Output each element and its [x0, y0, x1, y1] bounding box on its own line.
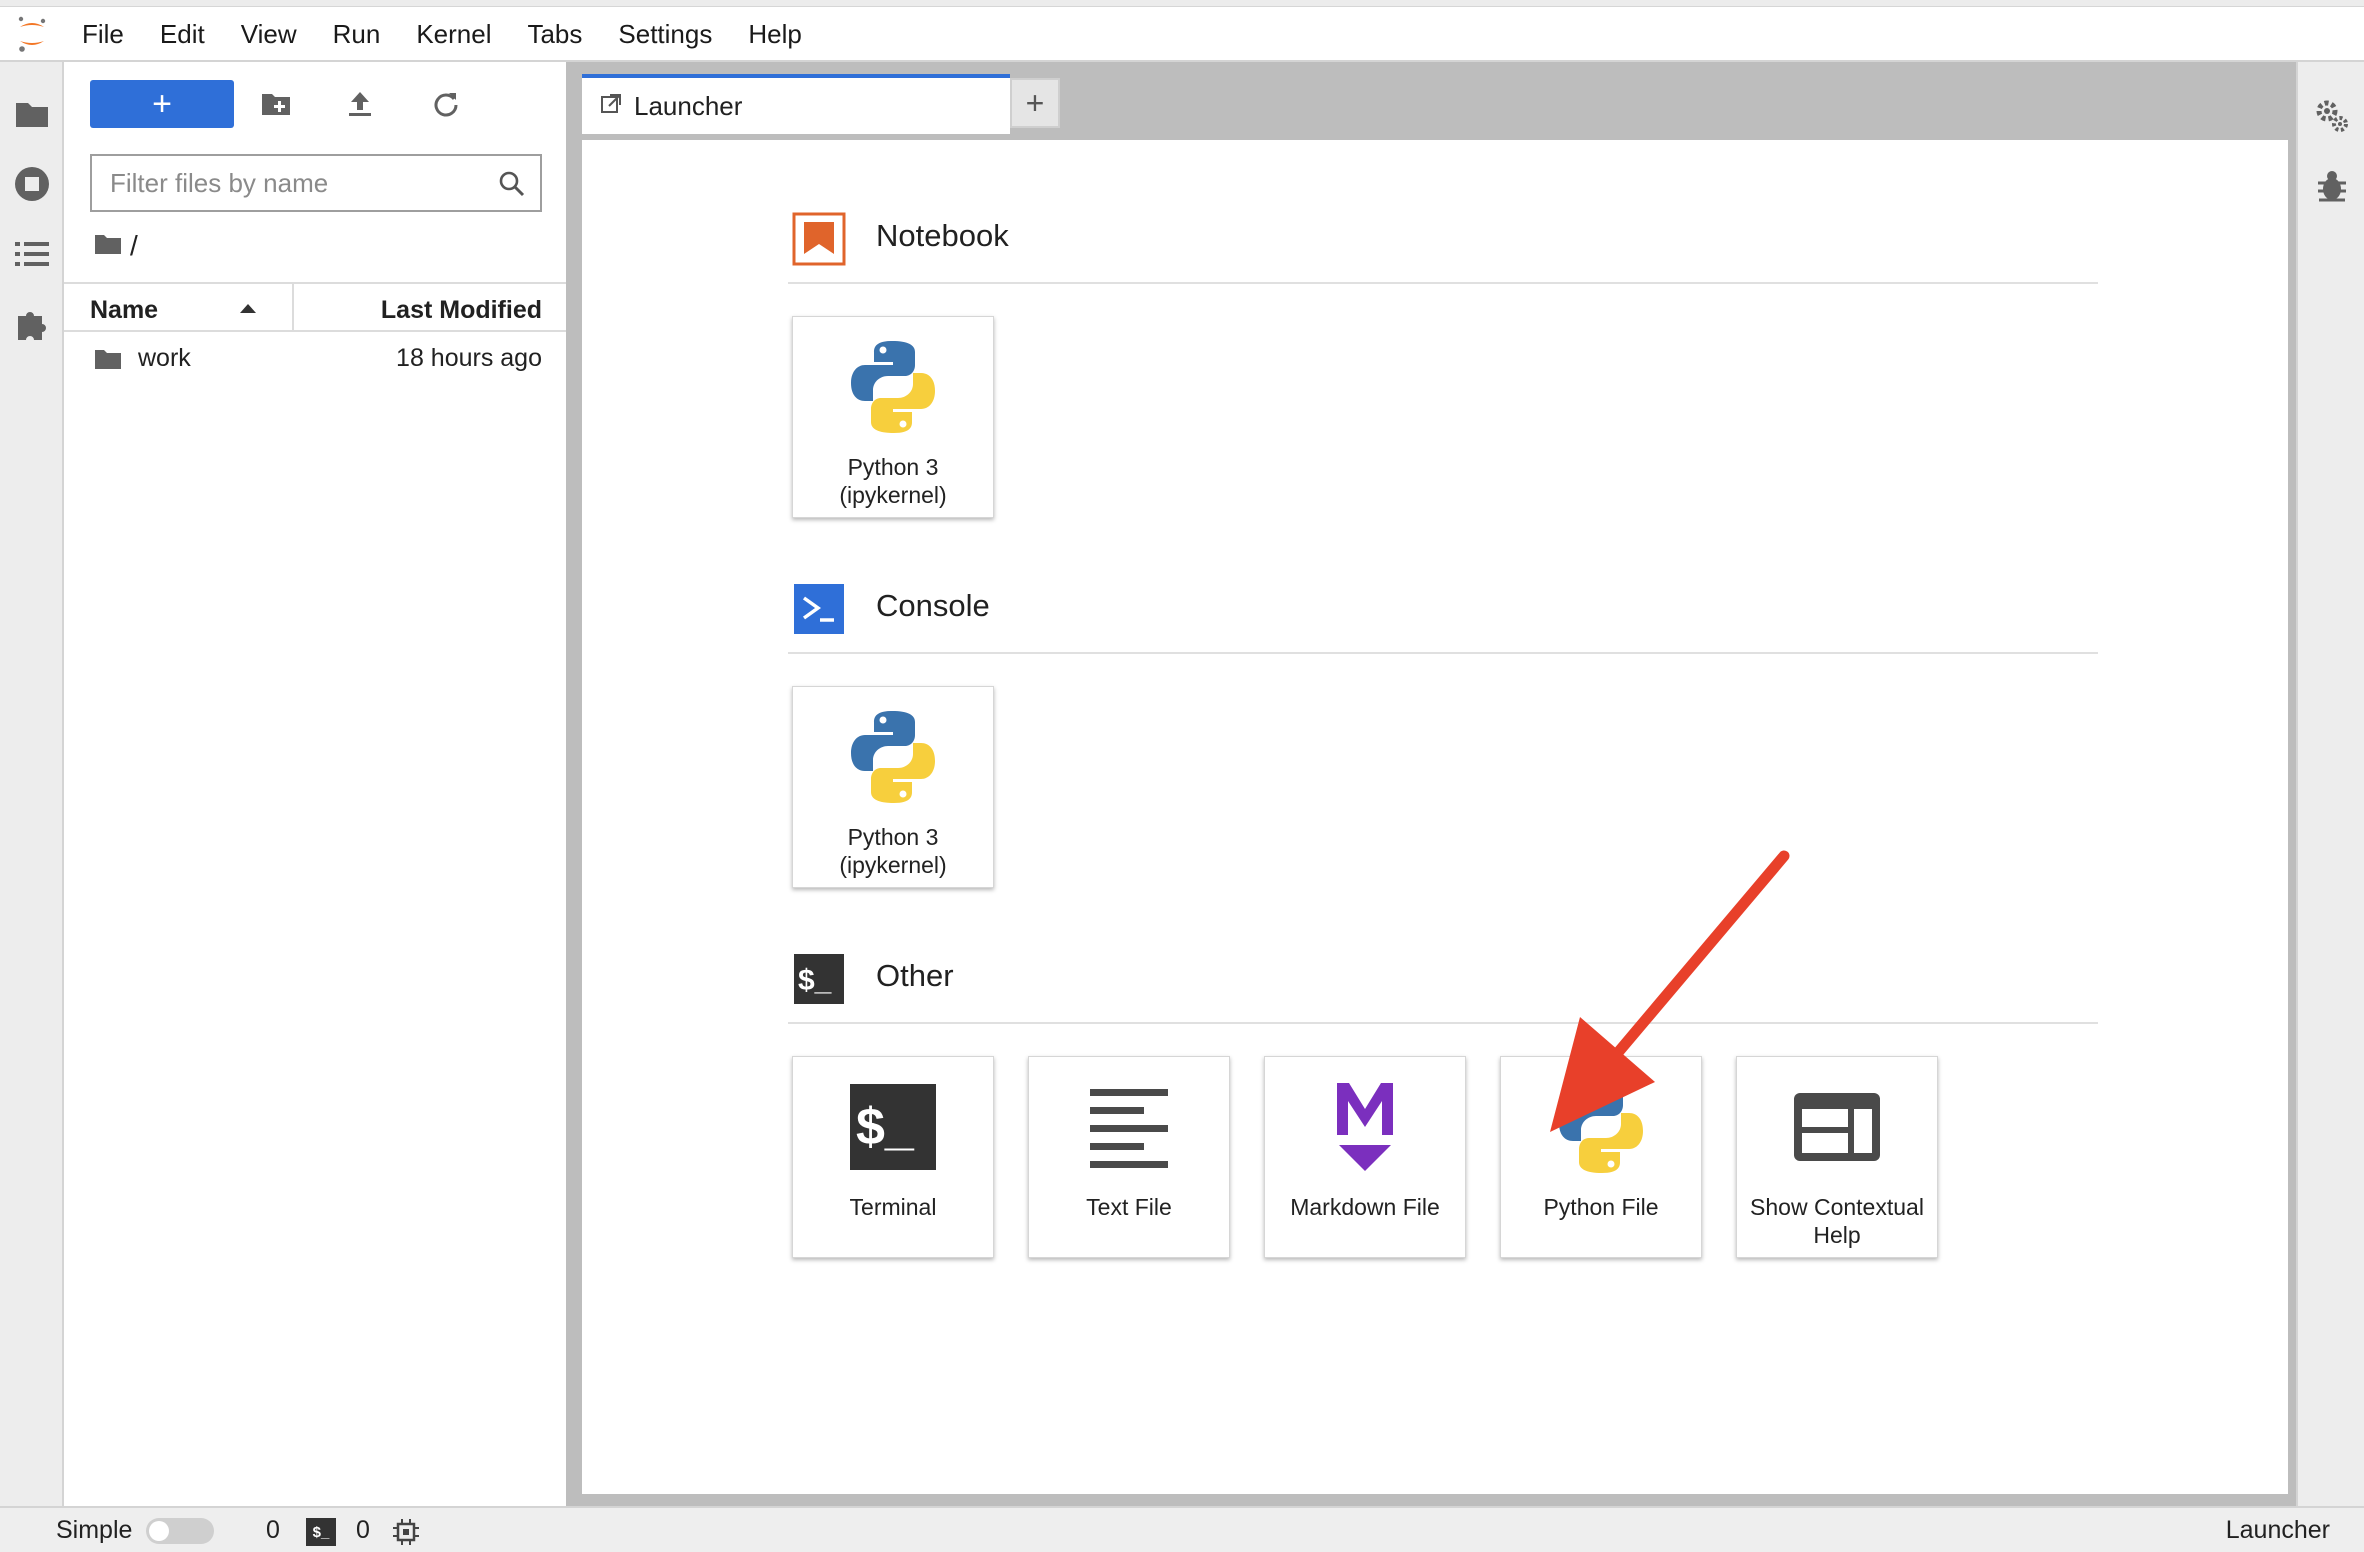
notebook-section: Notebook Python 3 (ipykernel) — [788, 198, 2098, 518]
card-label: Text File — [1086, 1194, 1172, 1220]
section-title: Other — [876, 958, 954, 993]
section-title: Notebook — [876, 218, 1009, 253]
file-row[interactable]: work 18 hours ago — [64, 334, 566, 382]
terminal-badge-icon[interactable]: $_ — [306, 1518, 336, 1546]
sort-ascending-icon[interactable] — [240, 304, 256, 313]
other-section: $_ Other $_ Terminal Text File Markdown … — [788, 938, 2098, 1258]
card-label: Python 3 (ipykernel) — [839, 454, 947, 508]
launcher-panel: Notebook Python 3 (ipykernel) Console Py… — [582, 140, 2288, 1494]
menu-settings[interactable]: Settings — [600, 7, 730, 61]
breadcrumb-root[interactable]: / — [130, 230, 138, 262]
new-launcher-button[interactable]: + — [90, 80, 234, 128]
card-label: Python 3 (ipykernel) — [839, 824, 947, 878]
main-dock-area: Launcher + Notebook Python 3 (ipykernel)… — [580, 62, 2296, 1506]
menu-bar: File Edit View Run Kernel Tabs Settings … — [0, 8, 2364, 62]
folder-icon[interactable] — [94, 230, 122, 262]
tab-label: Launcher — [634, 90, 743, 121]
menu-edit[interactable]: Edit — [142, 7, 223, 61]
section-header: $_ Other — [788, 938, 2098, 1024]
kernels-count[interactable]: 0 — [266, 1516, 280, 1545]
extension-manager-icon[interactable] — [0, 292, 64, 356]
add-tab-button[interactable]: + — [1010, 78, 1060, 128]
markdown-icon — [1265, 1077, 1465, 1177]
svg-text:$_: $_ — [856, 1098, 915, 1156]
launcher-card-terminal[interactable]: $_ Terminal — [792, 1056, 994, 1258]
terminal-section-icon: $_ — [792, 952, 846, 1006]
menu-kernel[interactable]: Kernel — [398, 7, 509, 61]
simple-mode-label: Simple — [56, 1516, 133, 1544]
launcher-card-python3-console[interactable]: Python 3 (ipykernel) — [792, 686, 994, 888]
text-file-icon — [1029, 1077, 1229, 1177]
card-label: Markdown File — [1290, 1194, 1440, 1220]
menu-file[interactable]: File — [64, 7, 142, 61]
menu-view[interactable]: View — [223, 7, 315, 61]
folder-icon — [94, 348, 122, 377]
file-filter-input[interactable] — [110, 167, 490, 199]
launcher-card-text-file[interactable]: Text File — [1028, 1056, 1230, 1258]
refresh-icon[interactable] — [426, 84, 466, 124]
new-folder-icon[interactable] — [256, 84, 296, 124]
window-top-edge — [0, 0, 2364, 7]
column-divider — [292, 284, 294, 330]
file-filter-field[interactable] — [90, 154, 542, 212]
right-sidebar — [2296, 62, 2364, 1506]
svg-text:$_: $_ — [798, 964, 832, 997]
breadcrumb: / — [94, 230, 138, 262]
menu-help[interactable]: Help — [730, 7, 819, 61]
notebook-icon — [792, 212, 846, 266]
section-header: Console — [788, 568, 2098, 654]
file-browser-panel: + / Name Last Modified — [64, 62, 566, 1506]
last-modified-column-header[interactable]: Last Modified — [381, 296, 542, 325]
card-label: Python File — [1543, 1194, 1659, 1220]
cpu-chip-icon[interactable] — [392, 1518, 420, 1552]
file-modified: 18 hours ago — [396, 344, 542, 372]
left-activity-bar — [0, 62, 64, 1506]
console-icon — [792, 582, 846, 636]
python-logo-icon — [793, 707, 993, 807]
terminals-count[interactable]: 0 — [356, 1516, 370, 1545]
section-header: Notebook — [788, 198, 2098, 284]
property-inspector-icon[interactable] — [2298, 84, 2364, 148]
file-name: work — [138, 344, 191, 372]
launcher-tab-icon — [600, 91, 622, 122]
simple-mode-toggle[interactable] — [146, 1518, 214, 1544]
section-title: Console — [876, 588, 990, 623]
launcher-card-markdown-file[interactable]: Markdown File — [1264, 1056, 1466, 1258]
console-section: Console Python 3 (ipykernel) — [788, 568, 2098, 888]
menu-run[interactable]: Run — [315, 7, 399, 61]
running-sessions-icon[interactable] — [0, 152, 64, 216]
card-label: Terminal — [849, 1194, 937, 1220]
name-column-header[interactable]: Name — [90, 296, 158, 325]
table-of-contents-icon[interactable] — [0, 222, 64, 286]
panel-splitter[interactable] — [566, 62, 580, 1506]
python-logo-icon — [793, 337, 993, 437]
active-document-label: Launcher — [2225, 1516, 2330, 1544]
upload-icon[interactable] — [340, 84, 380, 124]
search-icon — [498, 170, 526, 203]
terminal-icon: $_ — [793, 1077, 993, 1177]
debugger-icon[interactable] — [2298, 154, 2364, 218]
file-list-header: Name Last Modified — [64, 282, 566, 332]
menu-tabs[interactable]: Tabs — [509, 7, 600, 61]
tab-launcher[interactable]: Launcher — [582, 74, 1010, 134]
launcher-card-python3-notebook[interactable]: Python 3 (ipykernel) — [792, 316, 994, 518]
jupyter-logo-icon[interactable] — [0, 7, 64, 61]
file-browser-icon[interactable] — [0, 82, 64, 146]
card-label: Show Contextual Help — [1750, 1194, 1924, 1248]
status-bar: Simple 0 $_ 0 Launcher — [0, 1506, 2364, 1552]
annotation-arrow-icon — [1550, 850, 1790, 1132]
